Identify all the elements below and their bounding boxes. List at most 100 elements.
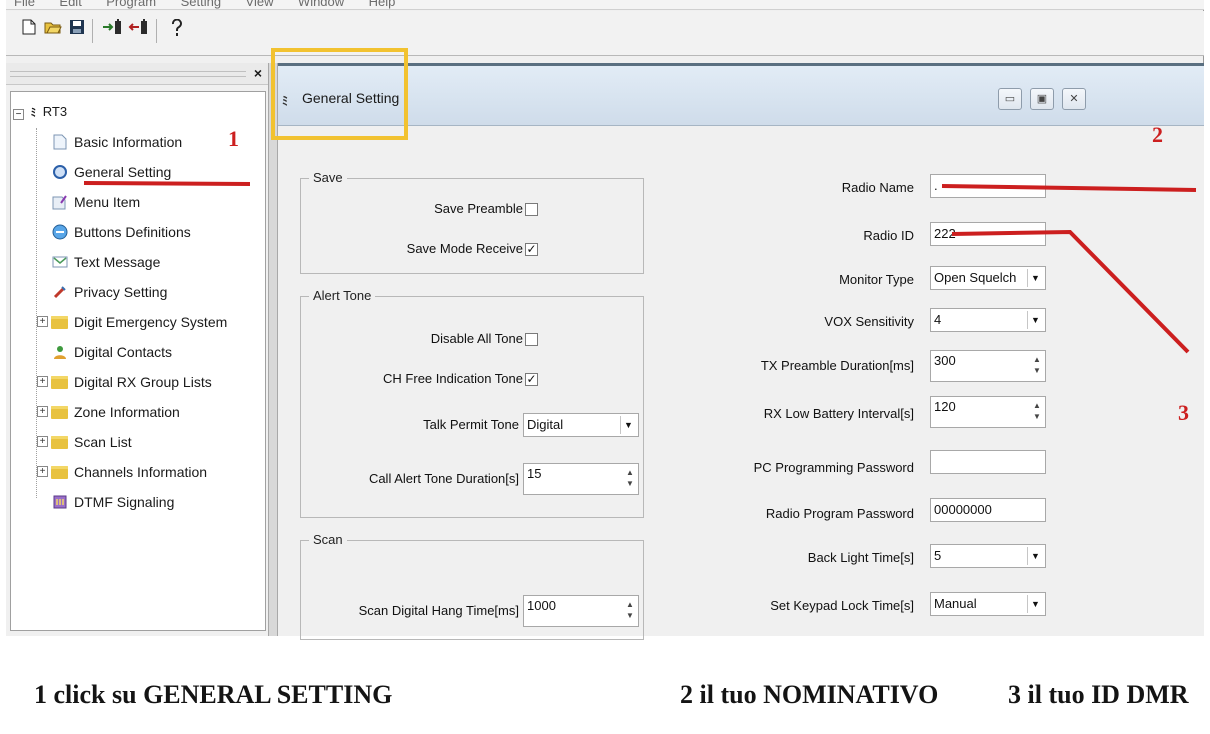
tree-item-menu-item[interactable]: Menu Item <box>51 192 140 212</box>
tree-item-scan-list[interactable]: + Scan List <box>37 432 132 452</box>
menu-edit[interactable]: Edit <box>59 0 81 9</box>
save-preamble-checkbox[interactable] <box>525 203 538 216</box>
tree-item-label: Scan List <box>74 434 132 450</box>
highlight-box <box>271 48 408 140</box>
panel-grip[interactable] <box>10 71 246 77</box>
close-button[interactable]: ✕ <box>1062 88 1086 110</box>
menu-file[interactable]: File <box>14 0 35 9</box>
expand-icon[interactable]: + <box>37 436 48 447</box>
folder-icon <box>51 436 68 449</box>
general-setting-icon <box>51 164 68 180</box>
collapse-icon[interactable]: − <box>13 109 24 120</box>
minimize-icon: ▭ <box>1004 93 1016 105</box>
menu-view[interactable]: View <box>246 0 274 9</box>
tree-item-channels-information[interactable]: + Channels Information <box>37 462 207 482</box>
monitor-type-select[interactable]: Open Squelch ▼ <box>930 266 1046 290</box>
folder-icon <box>51 466 68 479</box>
chevron-down-icon[interactable]: ▼ <box>1027 311 1043 329</box>
tx-preamble-duration-spinner[interactable]: 300 ▲ ▼ <box>930 350 1046 382</box>
disable-all-tone-checkbox[interactable] <box>525 333 538 346</box>
tree-item-label: Digital Contacts <box>74 344 173 360</box>
close-icon[interactable]: × <box>250 64 266 82</box>
maximize-icon: ▣ <box>1036 93 1048 105</box>
keypad-lock-time-value: Manual <box>934 596 977 611</box>
ch-free-indication-tone-checkbox[interactable]: ✓ <box>525 373 538 386</box>
menu-help[interactable]: Help <box>369 0 396 9</box>
menu-setting[interactable]: Setting <box>181 0 221 9</box>
pc-programming-password-input[interactable] <box>930 450 1046 474</box>
tree-item-privacy-setting[interactable]: Privacy Setting <box>51 282 167 302</box>
open-file-icon[interactable] <box>42 19 64 41</box>
toolbar <box>6 11 1204 56</box>
vox-sensitivity-select[interactable]: 4 ▼ <box>930 308 1046 332</box>
chevron-down-icon[interactable]: ▼ <box>1027 269 1043 287</box>
save-icon[interactable] <box>66 19 88 41</box>
panel-splitter[interactable] <box>268 63 278 636</box>
close-icon: ✕ <box>1069 93 1079 105</box>
new-file-icon[interactable] <box>18 19 40 41</box>
tree-root-rt3[interactable]: − ﾐ RT3 <box>13 102 67 122</box>
settings-tree: − ﾐ RT3 Basic Information General Settin… <box>10 91 266 631</box>
expand-icon[interactable]: + <box>37 406 48 417</box>
maximize-button[interactable]: ▣ <box>1030 88 1054 110</box>
write-radio-icon[interactable] <box>128 19 150 41</box>
settings-form: Save Save Preamble Save Mode Receive ✓ A… <box>278 126 1204 640</box>
expand-icon[interactable]: + <box>37 466 48 477</box>
tree-item-label: Menu Item <box>74 194 141 210</box>
talk-permit-tone-select[interactable]: Digital ▼ <box>523 413 639 437</box>
contacts-icon <box>51 344 68 360</box>
call-alert-tone-duration-spinner[interactable]: 15 ▲ ▼ <box>523 463 639 495</box>
save-group: Save Save Preamble Save Mode Receive ✓ <box>300 170 644 274</box>
child-window-titlebar[interactable]: ﾐ General Setting ▭ ▣ ✕ <box>278 66 1204 126</box>
vox-sensitivity-label: VOX Sensitivity <box>824 314 914 329</box>
rx-low-battery-interval-value: 120 <box>934 399 956 414</box>
radio-program-password-input[interactable]: 00000000 <box>930 498 1046 522</box>
tree-item-label: Digit Emergency System <box>74 314 228 330</box>
disable-all-tone-label: Disable All Tone <box>430 331 523 346</box>
caption-step-2: 2 il tuo NOMINATIVO <box>680 680 939 709</box>
save-mode-receive-checkbox[interactable]: ✓ <box>525 243 538 256</box>
tree-item-general-setting[interactable]: General Setting <box>51 162 171 182</box>
radio-id-input[interactable]: 222 <box>930 222 1046 246</box>
keypad-lock-time-select[interactable]: Manual ▼ <box>930 592 1046 616</box>
spinner-arrows-icon[interactable]: ▲ ▼ <box>1031 400 1043 424</box>
scan-digital-hang-time-label: Scan Digital Hang Time[ms] <box>358 603 519 618</box>
text-message-icon <box>51 254 68 270</box>
group-legend: Alert Tone <box>309 288 376 303</box>
spinner-arrows-icon[interactable]: ▲ ▼ <box>1031 354 1043 378</box>
expand-icon[interactable]: + <box>37 316 48 327</box>
tree-item-label: Text Message <box>74 254 161 270</box>
tree-item-basic-information[interactable]: Basic Information <box>51 132 182 152</box>
rx-low-battery-interval-spinner[interactable]: 120 ▲ ▼ <box>930 396 1046 428</box>
radio-name-input[interactable]: . <box>930 174 1046 198</box>
caption-step-1: 1 click su GENERAL SETTING <box>34 680 393 709</box>
expand-icon[interactable]: + <box>37 376 48 387</box>
scan-digital-hang-time-spinner[interactable]: 1000 ▲ ▼ <box>523 595 639 627</box>
folder-icon <box>51 316 68 329</box>
menu-window[interactable]: Window <box>298 0 344 9</box>
minimize-button[interactable]: ▭ <box>998 88 1022 110</box>
chevron-down-icon[interactable]: ▼ <box>1027 547 1043 565</box>
tree-item-text-message[interactable]: Text Message <box>51 252 160 272</box>
tree-item-buttons-definitions[interactable]: Buttons Definitions <box>51 222 191 242</box>
help-icon[interactable] <box>166 18 188 41</box>
spinner-arrows-icon[interactable]: ▲ ▼ <box>624 467 636 491</box>
tree-item-digit-emergency-system[interactable]: + Digit Emergency System <box>37 312 228 332</box>
read-radio-icon[interactable] <box>102 19 124 41</box>
back-light-time-select[interactable]: 5 ▼ <box>930 544 1046 568</box>
spinner-arrows-icon[interactable]: ▲ ▼ <box>624 599 636 623</box>
tree-item-digital-rx-group-lists[interactable]: + Digital RX Group Lists <box>37 372 212 392</box>
tree-item-label: Buttons Definitions <box>74 224 191 240</box>
tree-item-zone-information[interactable]: + Zone Information <box>37 402 180 422</box>
tree-item-digital-contacts[interactable]: Digital Contacts <box>51 342 172 362</box>
tree-item-dtmf-signaling[interactable]: DTMF Signaling <box>51 492 174 512</box>
dtmf-icon <box>51 494 68 510</box>
menu-program[interactable]: Program <box>106 0 156 9</box>
chevron-down-icon[interactable]: ▼ <box>1027 595 1043 613</box>
tree-item-label: Zone Information <box>74 404 180 420</box>
back-light-time-value: 5 <box>934 548 942 563</box>
talk-permit-tone-value: Digital <box>527 417 564 432</box>
tx-preamble-duration-label: TX Preamble Duration[ms] <box>760 358 914 373</box>
back-light-time-label: Back Light Time[s] <box>807 550 914 565</box>
chevron-down-icon[interactable]: ▼ <box>620 416 636 434</box>
